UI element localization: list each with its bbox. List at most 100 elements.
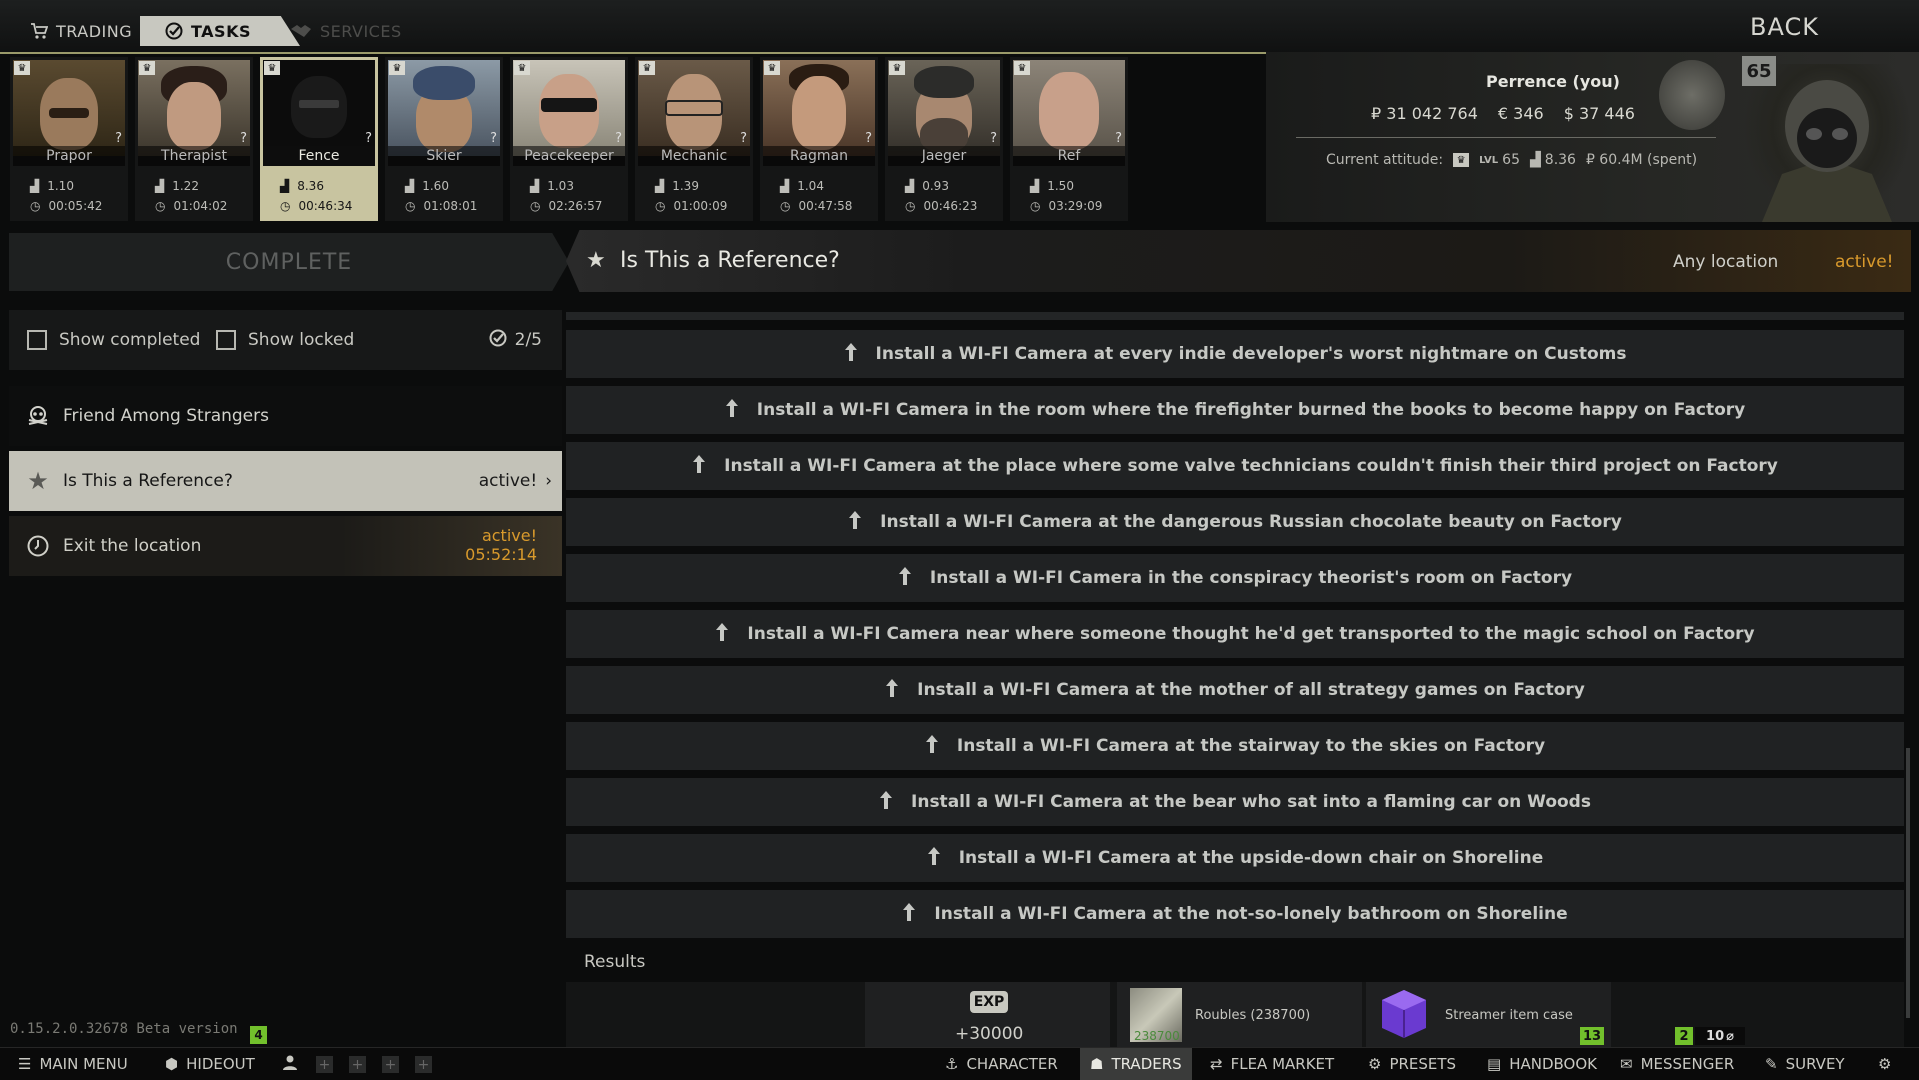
count-badge: 2 xyxy=(1675,1027,1693,1045)
crown-icon: ♛ xyxy=(1453,153,1470,167)
clock-icon: ◷ xyxy=(530,199,541,213)
trader-card-jaeger[interactable]: ♛ ? Jaeger ▟ 0.93 ◷ 00:46:23 xyxy=(885,57,1003,221)
main-menu-button[interactable]: ☰ MAIN MENU xyxy=(18,1048,128,1080)
add-slot-button[interactable]: + xyxy=(382,1056,399,1073)
objective-text: Install a WI-FI Camera in the conspiracy… xyxy=(929,568,1573,588)
quest-title: Friend Among Strangers xyxy=(63,406,269,426)
quest-title: Exit the location xyxy=(63,536,202,556)
tab-tasks[interactable]: TASKS xyxy=(140,16,300,46)
trader-card-fence[interactable]: ♛ ? Fence ▟ 8.36 ◷ 00:46:34 xyxy=(260,57,378,221)
trader-timer: ◷ 00:46:23 xyxy=(905,199,978,213)
trader-name: Therapist xyxy=(138,146,250,166)
quest-item-friend-among-strangers[interactable]: Friend Among Strangers xyxy=(9,386,562,446)
trader-name: Fence xyxy=(263,146,375,166)
objective-row: Install a WI-FI Camera at the mother of … xyxy=(566,666,1904,714)
hideout-button[interactable]: ⬢ HIDEOUT xyxy=(165,1048,255,1080)
show-completed-checkbox[interactable]: Show completed xyxy=(27,330,200,350)
clock-icon xyxy=(25,533,51,559)
tab-services: SERVICES xyxy=(290,16,402,46)
results-label: Results xyxy=(584,952,646,972)
objectives-scrollbar[interactable] xyxy=(1906,748,1910,1018)
trader-card-ref[interactable]: ♛ ? Ref ▟ 1.50 ◷ 03:29:09 xyxy=(1010,57,1128,221)
question-icon: ? xyxy=(865,131,872,146)
tab-tasks-label: TASKS xyxy=(191,21,251,41)
objective-row: Install a WI-FI Camera in the room where… xyxy=(566,386,1904,434)
rating-icon: ▟ xyxy=(405,179,415,193)
clock-icon: ◷ xyxy=(155,199,166,213)
level-badge: 65 xyxy=(1742,56,1776,86)
back-button[interactable]: BACK xyxy=(1750,13,1819,41)
messenger-button[interactable]: ✉ MESSENGER xyxy=(1620,1048,1734,1080)
profile-slot[interactable] xyxy=(282,1048,298,1080)
rating-icon: ▟ xyxy=(905,179,915,193)
survey-icon: ✎ xyxy=(1765,1055,1778,1073)
crown-icon: ♛ xyxy=(389,61,405,75)
checkbox-icon xyxy=(27,330,47,350)
task-status: active! xyxy=(1835,252,1894,272)
objective-text: Install a WI-FI Camera at the dangerous … xyxy=(880,512,1622,532)
add-slot-button[interactable]: + xyxy=(349,1056,366,1073)
objective-text: Install a WI-FI Camera near where someon… xyxy=(747,624,1755,644)
settings-button[interactable]: ⚙ xyxy=(1878,1048,1891,1080)
rating-icon: ▟ xyxy=(280,179,290,193)
quest-item-is-this-a-reference[interactable]: ★ Is This a Reference? active! › xyxy=(9,451,562,511)
objective-text: Install a WI-FI Camera at the not-so-lon… xyxy=(934,904,1568,924)
quest-title: Is This a Reference? xyxy=(63,471,233,491)
top-bar: TRADING TASKS SERVICES BACK xyxy=(0,0,1919,54)
show-locked-checkbox[interactable]: Show locked xyxy=(216,330,354,350)
star-icon: ★ xyxy=(586,248,606,273)
objective-marker-icon xyxy=(848,510,862,535)
objective-text: Install a WI-FI Camera at the mother of … xyxy=(917,680,1585,700)
survey-button[interactable]: ✎ SURVEY xyxy=(1765,1048,1845,1080)
task-count-value: 2/5 xyxy=(514,330,542,350)
objective-row: Install a WI-FI Camera at every indie de… xyxy=(566,330,1904,378)
objective-marker-icon xyxy=(844,342,858,367)
rating-icon: ▟ xyxy=(1030,179,1040,193)
clock-icon: ◷ xyxy=(30,199,41,213)
question-icon: ? xyxy=(240,131,247,146)
character-button[interactable]: ⚓ CHARACTER xyxy=(945,1048,1058,1080)
quest-item-exit-the-location[interactable]: Exit the location active! 05:52:14 xyxy=(9,516,562,576)
complete-button[interactable]: COMPLETE xyxy=(9,233,569,291)
add-slot-button[interactable]: + xyxy=(415,1056,432,1073)
trader-name: Ragman xyxy=(763,146,875,166)
trader-timer: ◷ 03:29:09 xyxy=(1030,199,1103,213)
task-location: Any location xyxy=(1673,252,1779,272)
presets-button[interactable]: ⚙ PRESETS xyxy=(1368,1048,1456,1080)
trader-card-mechanic[interactable]: ♛ ? Mechanic ▟ 1.39 ◷ 01:00:09 xyxy=(635,57,753,221)
rating-icon: ▟ xyxy=(30,179,40,193)
trader-card-therapist[interactable]: ♛ ? Therapist ▟ 1.22 ◷ 01:04:02 xyxy=(135,57,253,221)
player-money: ₽ 31 042 764 € 346 $ 37 446 xyxy=(1371,104,1635,123)
objective-row: Install a WI-FI Camera at the upside-dow… xyxy=(566,834,1904,882)
trader-card-peacekeeper[interactable]: ♛ ? Peacekeeper ▟ 1.03 ◷ 02:26:57 xyxy=(510,57,628,221)
hamburger-icon: ☰ xyxy=(18,1055,32,1073)
trader-card-ragman[interactable]: ♛ ? Ragman ▟ 1.04 ◷ 00:47:58 xyxy=(760,57,878,221)
current-attitude: Current attitude: ♛ LVL 65 ▟ 8.36 ₽ 60.4… xyxy=(1326,152,1697,168)
crown-icon: ♛ xyxy=(889,61,905,75)
rating-icon: ▟ xyxy=(530,179,540,193)
objectives-scroll-top xyxy=(566,312,1904,320)
task-filters: Show completed Show locked 2/5 xyxy=(9,310,562,370)
euros-balance: € 346 xyxy=(1497,104,1544,123)
traders-button[interactable]: ☗ TRADERS xyxy=(1080,1048,1192,1080)
objective-text: Install a WI-FI Camera at every indie de… xyxy=(875,344,1627,364)
trader-rating: ▟ 1.50 xyxy=(1030,179,1074,193)
hideout-icon: ⬢ xyxy=(165,1055,179,1073)
trader-card-prapor[interactable]: ♛ ? Prapor ▟ 1.10 ◷ 00:05:42 xyxy=(10,57,128,221)
add-slot-button[interactable]: + xyxy=(316,1056,333,1073)
player-avatar xyxy=(1742,64,1912,222)
trader-rating: ▟ 1.39 xyxy=(655,179,699,193)
crown-icon: ♛ xyxy=(264,61,280,75)
check-circle-icon xyxy=(165,22,183,40)
objective-row: Install a WI-FI Camera near where someon… xyxy=(566,610,1904,658)
crown-icon: ♛ xyxy=(514,61,530,75)
objective-text: Install a WI-FI Camera at the place wher… xyxy=(724,456,1778,476)
traders-icon: ☗ xyxy=(1090,1055,1104,1073)
tab-trading[interactable]: TRADING xyxy=(30,16,132,46)
objective-marker-icon xyxy=(902,902,916,927)
handbook-button[interactable]: ▤ HANDBOOK xyxy=(1487,1048,1597,1080)
trader-card-skier[interactable]: ♛ ? Skier ▟ 1.60 ◷ 01:08:01 xyxy=(385,57,503,221)
flea-market-button[interactable]: ⇄ FLEA MARKET xyxy=(1210,1048,1334,1080)
crown-icon: ♛ xyxy=(764,61,780,75)
chevron-right-icon: › xyxy=(545,471,552,491)
